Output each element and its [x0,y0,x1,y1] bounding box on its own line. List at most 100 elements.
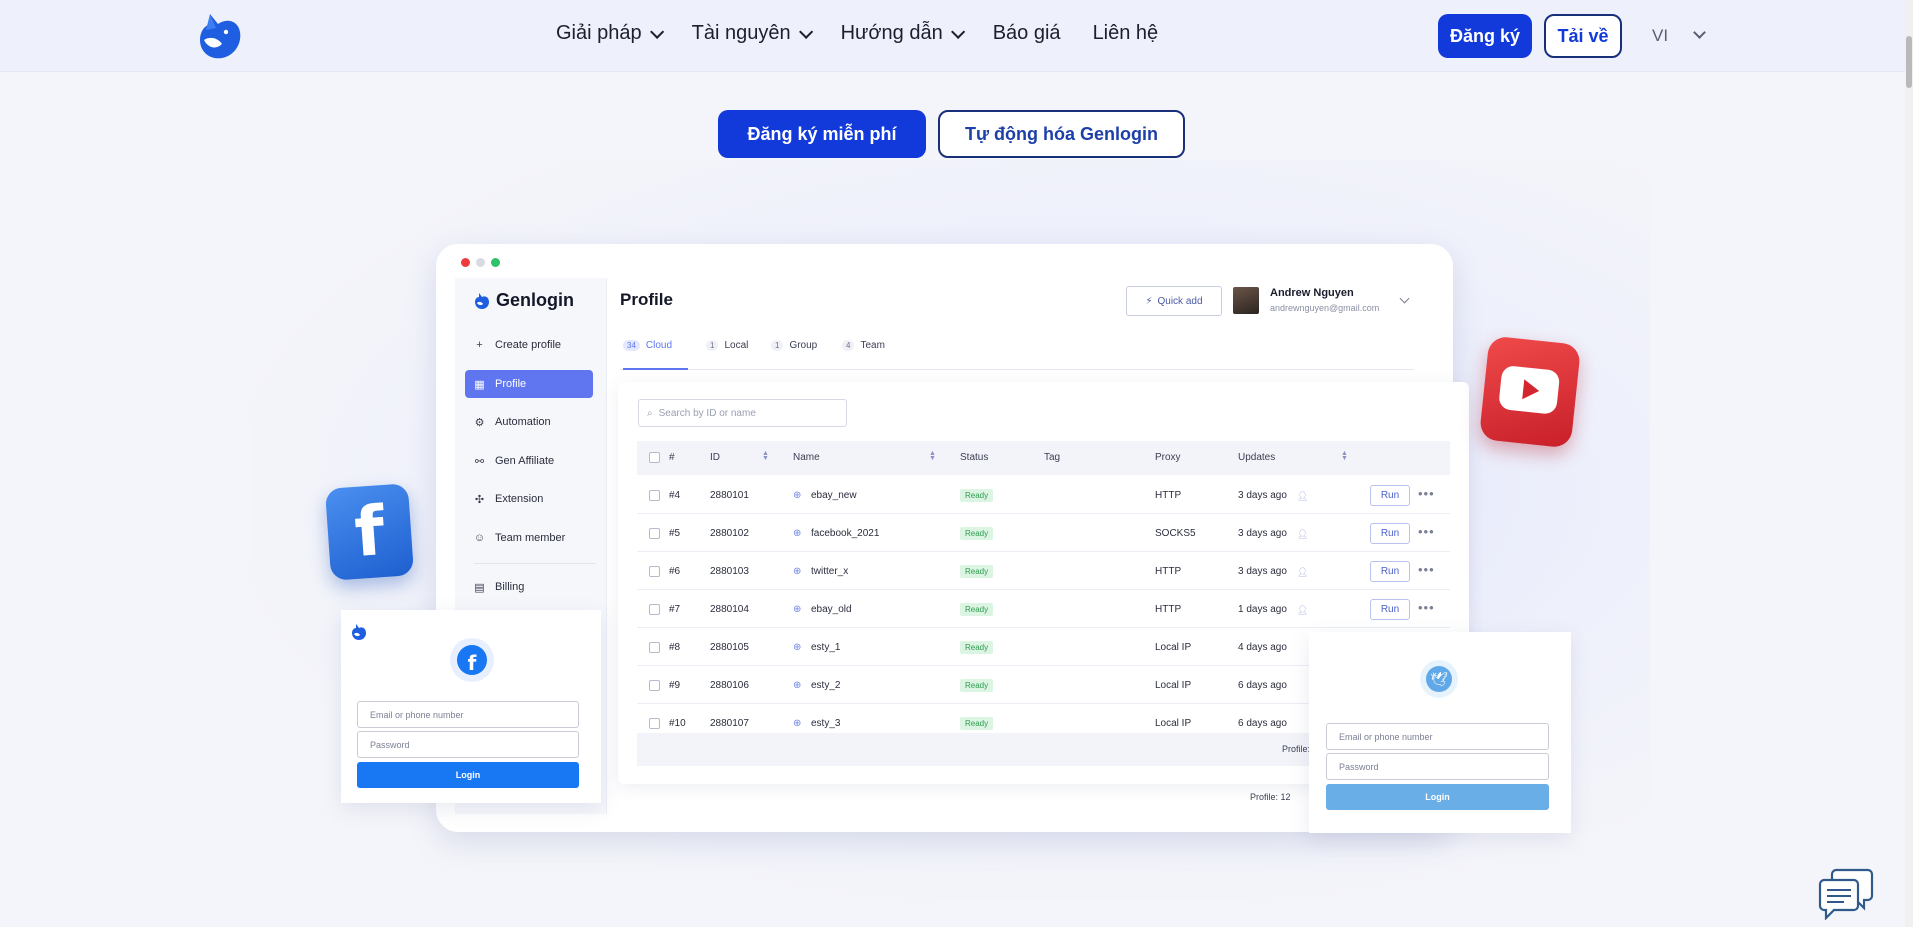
user-icon: 👤︎ [1297,491,1309,501]
globe-icon: ⊕ [793,718,802,729]
affiliate-icon: ⚯ [474,455,485,468]
user-icon: 👤︎ [1297,529,1309,539]
download-button[interactable]: Tải về [1544,14,1622,58]
column-header-status: Status [960,452,989,463]
more-options-icon[interactable]: ••• [1418,486,1435,501]
profile-count: Profile: [1282,744,1311,754]
column-header-name[interactable]: Name [793,452,820,463]
sort-icon[interactable]: ▲ ▼ [929,450,936,462]
lightning-icon: ⚡ [1145,295,1153,307]
page-scrollbar[interactable] [1905,0,1913,927]
status-badge: Ready [960,603,994,616]
tab-group[interactable]: 1 Group [771,340,817,370]
row-number: #4 [669,490,681,501]
table-row[interactable] [637,553,1450,590]
sidebar-item-team-member[interactable]: ☺ Team member [465,524,593,552]
row-name[interactable]: ebay_new [811,490,857,501]
login-button[interactable]: Login [357,762,579,788]
tab-cloud[interactable]: 34 Cloud [623,340,688,370]
row-id: 2880103 [710,566,749,577]
chat-support-icon[interactable] [1818,866,1874,920]
row-number: #7 [669,604,681,615]
email-field[interactable]: Email or phone number [357,701,579,728]
row-name[interactable]: facebook_2021 [811,528,879,539]
table-row[interactable] [637,515,1450,552]
language-selector[interactable]: VI [1652,26,1668,46]
sort-icon[interactable]: ▲ ▼ [1341,450,1348,462]
more-options-icon[interactable]: ••• [1418,524,1435,539]
twitter-logo-icon: 🕊︎ [1420,660,1458,698]
automation-button[interactable]: Tự động hóa Genlogin [938,110,1185,158]
facebook-logo-icon: f [450,638,494,682]
table-row[interactable] [637,591,1450,628]
column-header-id[interactable]: ID [710,452,720,463]
row-number: #6 [669,566,681,577]
search-input[interactable]: ⌕ Search by ID or name [638,399,847,427]
chevron-down-icon[interactable] [1693,26,1706,39]
register-free-button[interactable]: Đăng ký miễn phí [718,110,926,158]
row-name[interactable]: esty_2 [811,680,840,691]
row-checkbox[interactable] [649,528,660,539]
genlogin-logo-icon[interactable] [196,10,244,62]
password-field[interactable]: Password [357,731,579,758]
quick-add-button[interactable]: ⚡ Quick add [1126,286,1222,316]
more-options-icon[interactable]: ••• [1418,562,1435,577]
more-options-icon[interactable]: ••• [1418,600,1435,615]
row-name[interactable]: esty_1 [811,642,840,653]
row-checkbox[interactable] [649,680,660,691]
page-title: Profile [620,290,673,309]
signup-button[interactable]: Đăng ký [1438,14,1532,58]
globe-icon: ⊕ [793,604,802,615]
row-id: 2880104 [710,604,749,615]
row-name[interactable]: esty_3 [811,718,840,729]
nav-solutions[interactable]: Giải pháp [556,22,664,45]
run-button[interactable]: Run [1370,561,1410,582]
row-updated: 3 days ago [1238,528,1287,539]
column-header-tag: Tag [1044,452,1061,463]
profile-count: Profile: 12 [1250,792,1291,802]
nav-contact[interactable]: Liên hệ [1093,22,1159,45]
run-button[interactable]: Run [1370,599,1410,620]
sidebar-item-extension[interactable]: ✣ Extension [465,485,593,513]
tab-local[interactable]: 1 Local [706,340,748,370]
run-button[interactable]: Run [1370,485,1410,506]
tab-team[interactable]: 4 Team [842,340,885,370]
row-checkbox[interactable] [649,718,660,729]
sidebar-item-automation[interactable]: ⚙ Automation [465,408,593,436]
column-header-updates[interactable]: Updates [1238,452,1275,463]
run-button[interactable]: Run [1370,523,1410,544]
team-icon: ☺ [473,532,486,544]
avatar[interactable] [1233,287,1259,314]
row-proxy: HTTP [1155,604,1182,615]
row-updated: 6 days ago [1238,718,1287,729]
top-navigation: Giải pháp Tài nguyên Hướng dẫn Báo giá L… [0,0,1913,72]
row-name[interactable]: twitter_x [811,566,848,577]
row-checkbox[interactable] [649,642,660,653]
sidebar-item-gen-affiliate[interactable]: ⚯ Gen Affiliate [465,447,593,475]
sidebar-item-create-profile[interactable]: + Create profile [465,331,593,359]
password-field[interactable]: Password [1326,753,1549,780]
row-checkbox[interactable] [649,490,660,501]
facebook-icon: f [324,483,415,581]
row-checkbox[interactable] [649,566,660,577]
sidebar-item-profile[interactable]: ▦ Profile [465,370,593,398]
login-button[interactable]: Login [1326,784,1549,810]
email-field[interactable]: Email or phone number [1326,723,1549,750]
sidebar-item-billing[interactable]: ▤ Billing [465,573,593,601]
genlogin-mini-logo-icon [475,292,489,309]
billing-icon: ▤ [474,581,485,594]
row-id: 2880106 [710,680,749,691]
table-row[interactable] [637,477,1450,514]
row-proxy: Local IP [1155,642,1192,653]
scrollbar-thumb[interactable] [1906,36,1912,88]
plus-icon: + [476,339,483,351]
status-badge: Ready [960,565,994,578]
grid-icon: ▦ [474,378,485,391]
nav-pricing[interactable]: Báo giá [993,22,1061,45]
nav-resources[interactable]: Tài nguyên [692,22,813,45]
nav-guides[interactable]: Hướng dẫn [841,22,965,45]
sort-icon[interactable]: ▲ ▼ [762,450,769,462]
row-checkbox[interactable] [649,604,660,615]
select-all-checkbox[interactable] [649,452,660,463]
row-name[interactable]: ebay_old [811,604,852,615]
